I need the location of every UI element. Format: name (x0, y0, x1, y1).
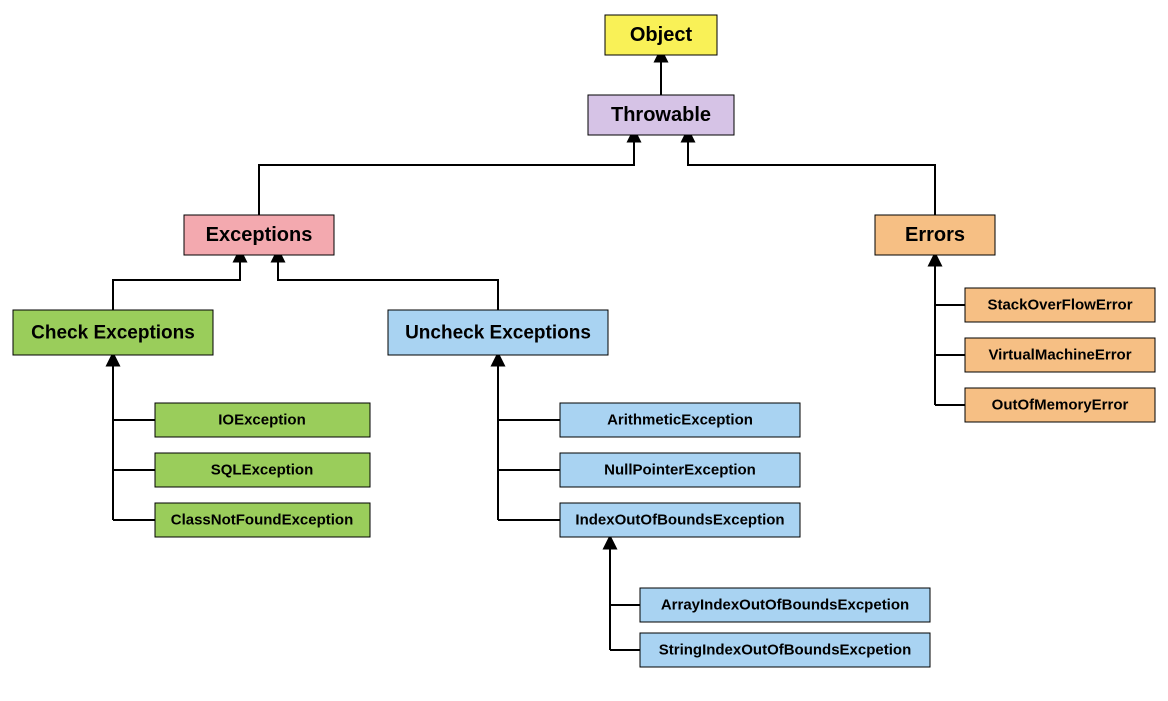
node-vme-label: VirtualMachineError (988, 347, 1131, 364)
node-uncheck-exceptions: Uncheck Exceptions (388, 310, 608, 355)
node-cnf-label: ClassNotFoundException (171, 512, 354, 529)
node-throwable: Throwable (588, 95, 734, 135)
node-indexoutofboundsexception: IndexOutOfBoundsException (560, 503, 800, 537)
node-sqlexception-label: SQLException (211, 462, 314, 479)
node-check-label: Check Exceptions (31, 323, 195, 344)
node-throwable-label: Throwable (611, 104, 711, 126)
node-ioob-label: IndexOutOfBoundsException (575, 512, 784, 529)
node-virtualmachineerror: VirtualMachineError (965, 338, 1155, 372)
node-oom-label: OutOfMemoryError (992, 397, 1129, 414)
node-exceptions-label: Exceptions (206, 224, 313, 246)
node-stringindexoutofbounds: StringIndexOutOfBoundsExcpetion (640, 633, 930, 667)
node-arithmeticexception: ArithmeticException (560, 403, 800, 437)
node-aioob-label: ArrayIndexOutOfBoundsExcpetion (661, 597, 909, 614)
node-errors: Errors (875, 215, 995, 255)
node-sof-label: StackOverFlowError (987, 297, 1132, 314)
node-check-exceptions: Check Exceptions (13, 310, 213, 355)
node-object: Object (605, 15, 717, 55)
node-npe-label: NullPointerException (604, 462, 756, 479)
node-arith-label: ArithmeticException (607, 412, 753, 429)
node-sqlexception: SQLException (155, 453, 370, 487)
node-sioob-label: StringIndexOutOfBoundsExcpetion (659, 642, 912, 659)
node-outofmemoryerror: OutOfMemoryError (965, 388, 1155, 422)
node-ioexception: IOException (155, 403, 370, 437)
hierarchy-diagram: Object Throwable Exceptions Errors Check… (0, 0, 1168, 701)
node-classnotfoundexception: ClassNotFoundException (155, 503, 370, 537)
node-nullpointerexception: NullPointerException (560, 453, 800, 487)
node-stackoverflowerror: StackOverFlowError (965, 288, 1155, 322)
node-errors-label: Errors (905, 224, 965, 246)
node-object-label: Object (630, 24, 693, 46)
node-arrayindexoutofbounds: ArrayIndexOutOfBoundsExcpetion (640, 588, 930, 622)
node-ioexception-label: IOException (218, 412, 306, 429)
node-uncheck-label: Uncheck Exceptions (405, 323, 591, 344)
node-exceptions: Exceptions (184, 215, 334, 255)
